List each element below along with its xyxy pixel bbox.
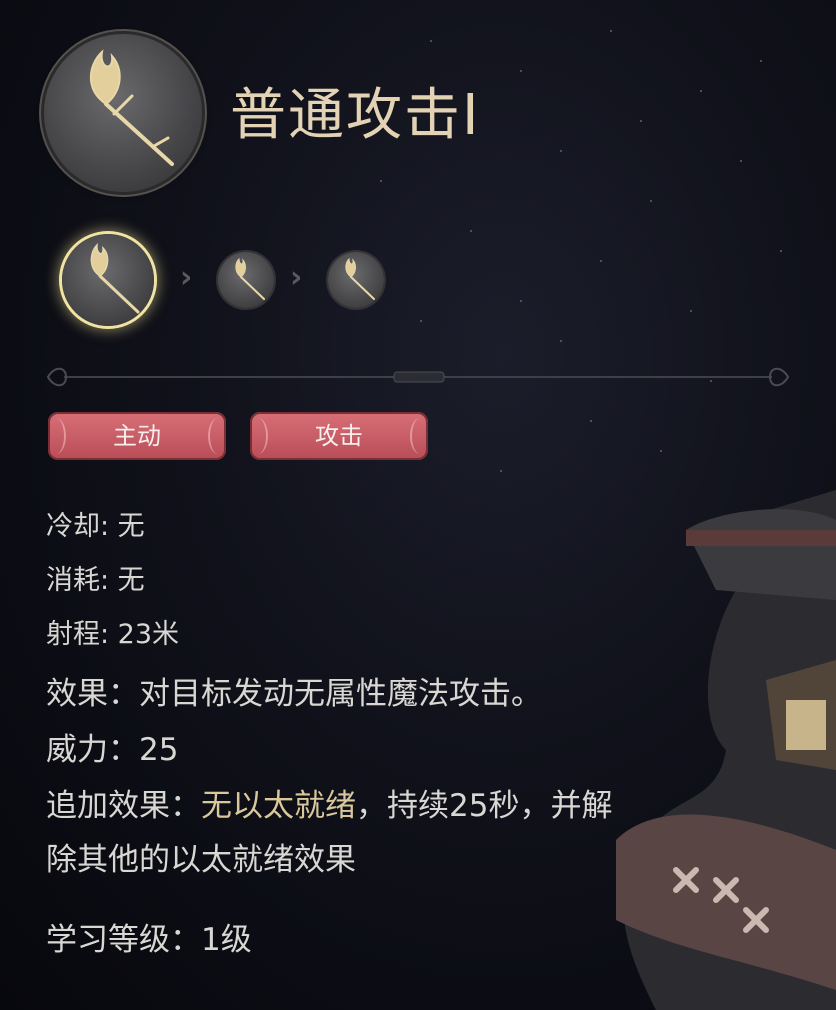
tag-active: 主动	[48, 412, 226, 460]
range-text: 射程: 23米	[46, 619, 180, 650]
staff-icon	[90, 242, 140, 314]
cost-text: 消耗: 无	[46, 565, 145, 596]
learn-level-text: 学习等级：1级	[46, 922, 252, 958]
upgrade-tier-1-icon[interactable]	[62, 234, 154, 326]
status-link[interactable]: 无以太就绪	[201, 788, 356, 824]
chevron-right-icon: ›	[290, 260, 303, 295]
extra-effect-line-2: 除其他的以太就绪效果	[46, 842, 356, 878]
effect-text: 效果：对目标发动无属性魔法攻击。	[46, 676, 542, 712]
extra-effect-text-1: ，持续25秒，并解	[356, 788, 613, 824]
tag-attack: 攻击	[250, 412, 428, 460]
power-text: 威力：25	[46, 732, 179, 768]
chevron-right-icon: ›	[180, 260, 193, 295]
upgrade-tier-2-icon[interactable]	[218, 252, 274, 308]
skill-title: 普通攻击Ⅰ	[230, 83, 481, 148]
character-figure	[616, 490, 836, 1010]
upgrade-tier-3-icon[interactable]	[328, 252, 384, 308]
skill-icon	[44, 34, 202, 192]
extra-effect-line-1: 追加效果：无以太就绪，持续25秒，并解	[46, 780, 612, 825]
cooldown-text: 冷却: 无	[46, 511, 145, 542]
extra-effect-label: 追加效果：	[46, 788, 201, 824]
staff-icon	[235, 257, 265, 300]
staff-icon	[345, 257, 375, 300]
ornamental-divider	[46, 367, 790, 387]
staff-icon	[89, 49, 174, 166]
